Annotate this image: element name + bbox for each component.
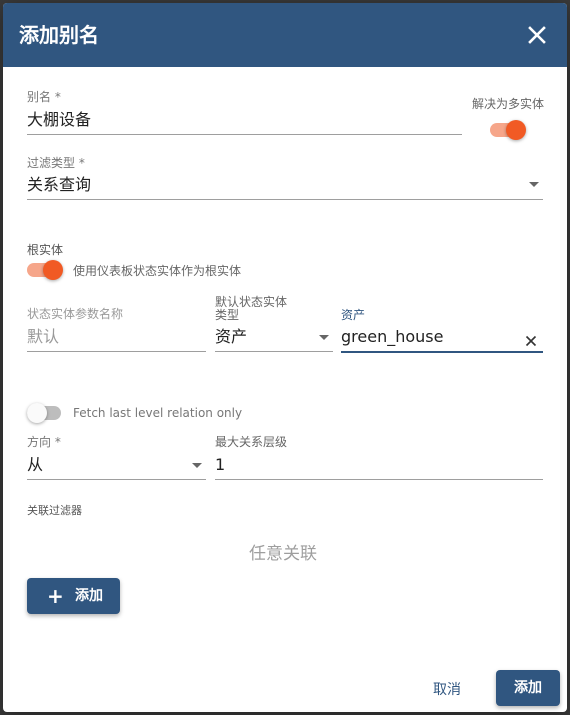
asset-input[interactable]: green_house: [341, 327, 443, 347]
resolve-multiple-toggle[interactable]: [490, 120, 526, 140]
clear-icon[interactable]: [525, 332, 537, 347]
toggle-thumb: [43, 260, 63, 280]
default-type-label-line1: 默认状态实体: [215, 295, 288, 309]
fetch-last-level-toggle[interactable]: [27, 403, 63, 423]
cancel-button[interactable]: 取消: [433, 679, 461, 699]
submit-add-button[interactable]: 添加: [496, 670, 560, 706]
resolve-multiple-label: 解决为多实体: [472, 97, 545, 111]
default-type-select[interactable]: 资产: [215, 327, 247, 347]
default-type-label-line2: 类型: [215, 308, 240, 322]
direction-label: 方向 *: [27, 435, 61, 449]
toggle-thumb: [506, 120, 526, 140]
filter-type-label: 过滤类型 *: [27, 156, 85, 170]
root-entity-toggle-label: 使用仪表板状态实体作为根实体: [73, 264, 242, 278]
close-icon[interactable]: [526, 24, 548, 46]
state-param-underline: [27, 351, 206, 352]
default-type-underline: [215, 351, 333, 352]
dialog-title: 添加别名: [19, 23, 99, 47]
alias-input[interactable]: 大棚设备: [27, 110, 91, 130]
relation-filters-empty: 任意关联: [249, 544, 317, 564]
max-level-input[interactable]: 1: [215, 455, 225, 475]
direction-underline: [27, 479, 206, 480]
chevron-down-icon[interactable]: [529, 182, 539, 187]
max-level-underline: [215, 479, 543, 480]
add-alias-dialog: 添加别名 别名 * 大棚设备 解决为多实体 过滤类型 * 关系查询 根实体 使用…: [3, 3, 567, 712]
max-level-label: 最大关系层级: [215, 435, 288, 449]
chevron-down-icon[interactable]: [192, 463, 202, 468]
fetch-last-level-label: Fetch last level relation only: [73, 406, 243, 420]
add-relation-filter-label: 添加: [75, 588, 103, 604]
state-param-input[interactable]: 默认: [27, 327, 59, 347]
asset-underline: [341, 351, 543, 353]
alias-label: 别名 *: [27, 90, 61, 104]
add-relation-filter-button[interactable]: + 添加: [27, 578, 120, 614]
root-entity-label: 根实体: [27, 243, 64, 257]
filter-type-underline: [27, 199, 543, 200]
toggle-thumb: [27, 403, 47, 423]
state-param-label: 状态实体参数名称: [27, 307, 124, 321]
root-entity-toggle[interactable]: [27, 260, 63, 280]
filter-type-select[interactable]: 关系查询: [27, 175, 91, 195]
chevron-down-icon[interactable]: [319, 335, 329, 340]
asset-label: 资产: [341, 308, 366, 322]
alias-underline: [27, 134, 462, 135]
relation-filters-label: 关联过滤器: [27, 504, 82, 517]
plus-icon: +: [47, 584, 64, 608]
dialog-header: 添加别名: [3, 3, 567, 67]
direction-select[interactable]: 从: [27, 455, 43, 475]
